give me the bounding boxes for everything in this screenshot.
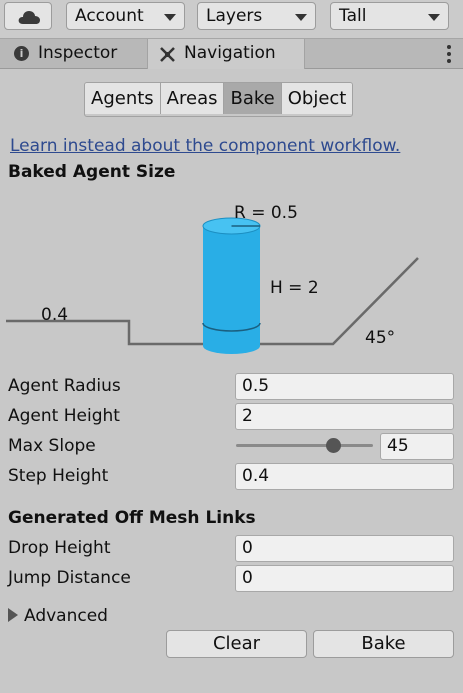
- tab-object[interactable]: Object: [281, 83, 353, 114]
- layout-label: Tall: [339, 6, 367, 26]
- layers-label: Layers: [206, 6, 263, 26]
- max-slope-slider[interactable]: [236, 444, 373, 447]
- agent-radius-field[interactable]: 0.5: [235, 373, 454, 400]
- account-dropdown[interactable]: Account: [66, 2, 185, 30]
- bake-button[interactable]: Bake: [313, 630, 454, 658]
- window-tab-strip: i Inspector Navigation: [0, 39, 463, 69]
- tab-inspector[interactable]: i Inspector: [0, 39, 146, 68]
- tab-agents[interactable]: Agents: [85, 83, 161, 114]
- agent-height-label: Agent Height: [8, 406, 120, 426]
- baked-agent-size-title: Baked Agent Size: [8, 162, 176, 182]
- tab-bake[interactable]: Bake: [224, 83, 282, 114]
- tab-navigation-label: Navigation: [184, 43, 276, 63]
- off-mesh-links-title: Generated Off Mesh Links: [8, 508, 256, 528]
- advanced-label: Advanced: [24, 606, 108, 626]
- tab-areas[interactable]: Areas: [160, 83, 225, 114]
- navigation-mode-tabs: Agents Areas Bake Object: [84, 82, 354, 117]
- step-caption: 0.4: [41, 305, 69, 325]
- info-icon: i: [14, 46, 29, 61]
- layers-dropdown[interactable]: Layers: [197, 2, 316, 30]
- max-slope-field[interactable]: 45: [380, 433, 454, 460]
- step-height-field[interactable]: 0.4: [235, 463, 454, 490]
- height-caption: H = 2: [270, 278, 319, 298]
- jump-distance-field[interactable]: 0: [235, 565, 454, 592]
- tab-inspector-label: Inspector: [38, 43, 118, 63]
- toolbar: Account Layers Tall: [0, 0, 463, 39]
- chevron-down-icon: [295, 14, 307, 21]
- account-label: Account: [75, 6, 144, 26]
- max-slope-slider-thumb[interactable]: [326, 438, 341, 453]
- max-slope-label: Max Slope: [8, 436, 96, 456]
- radius-caption: R = 0.5: [234, 203, 298, 223]
- agent-height-field[interactable]: 2: [235, 403, 454, 430]
- advanced-foldout[interactable]: Advanced: [8, 606, 108, 626]
- slope-caption: 45°: [365, 328, 396, 348]
- navigation-icon: [160, 47, 175, 62]
- expand-triangle-icon: [8, 608, 18, 622]
- drop-height-field[interactable]: 0: [235, 535, 454, 562]
- agent-cylinder: [202, 217, 261, 354]
- cloud-button[interactable]: [4, 2, 52, 30]
- drop-height-label: Drop Height: [8, 538, 111, 558]
- tab-navigation[interactable]: Navigation: [147, 39, 305, 69]
- jump-distance-label: Jump Distance: [8, 568, 131, 588]
- chevron-down-icon: [164, 14, 176, 21]
- clear-button[interactable]: Clear: [166, 630, 307, 658]
- layout-dropdown[interactable]: Tall: [330, 2, 449, 30]
- chevron-down-icon: [428, 14, 440, 21]
- agent-radius-label: Agent Radius: [8, 376, 121, 396]
- component-workflow-link[interactable]: Learn instead about the component workfl…: [10, 136, 400, 156]
- cloud-icon: [18, 11, 40, 24]
- step-height-label: Step Height: [8, 466, 109, 486]
- more-options-icon[interactable]: [447, 45, 451, 66]
